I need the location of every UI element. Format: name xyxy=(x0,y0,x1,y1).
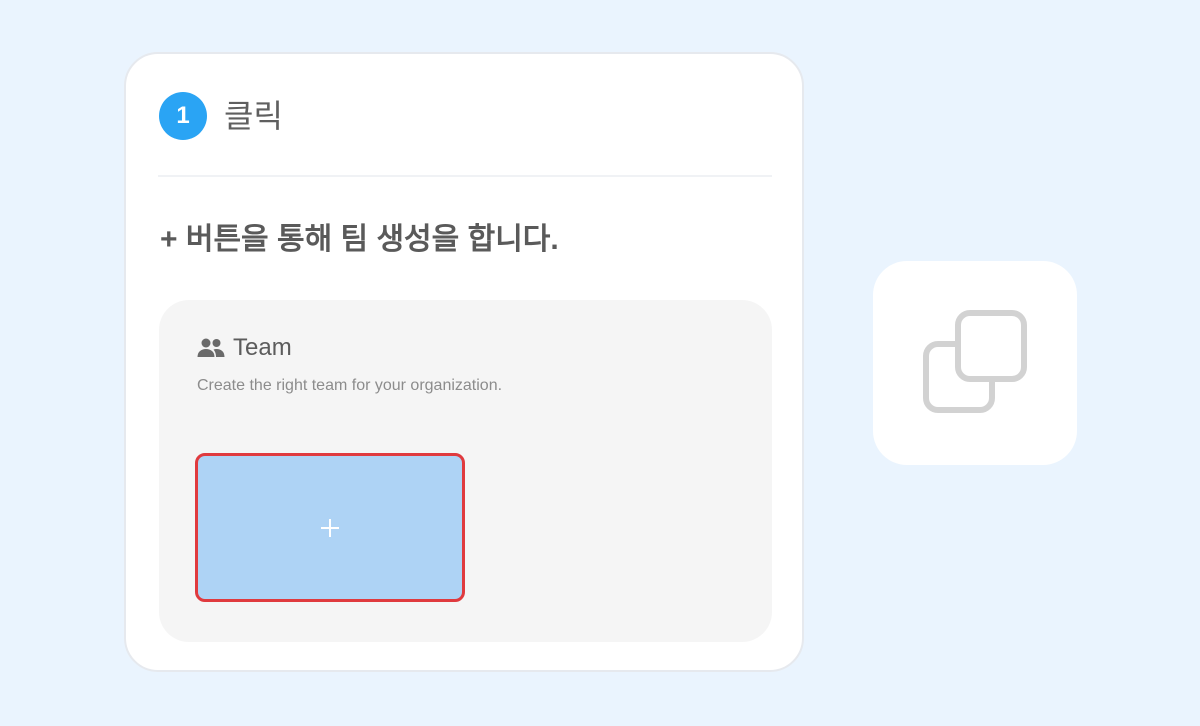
team-header: Team xyxy=(197,334,292,362)
team-title: Team xyxy=(233,334,292,361)
team-panel: Team Create the right team for your orga… xyxy=(159,300,772,642)
team-description: Create the right team for your organizat… xyxy=(197,377,503,394)
plus-icon xyxy=(321,518,339,537)
tutorial-card: 1 클릭 + 버튼을 통해 팀 생성을 합니다. Team Create the… xyxy=(124,52,804,672)
copy-tile xyxy=(873,261,1077,465)
instruction-text: + 버튼을 통해 팀 생성을 합니다. xyxy=(160,223,559,256)
step-title: 클릭 xyxy=(224,98,283,134)
divider xyxy=(158,175,772,177)
copy-icon xyxy=(923,310,1027,413)
people-icon xyxy=(197,338,225,358)
step-number-badge: 1 xyxy=(159,92,207,140)
add-team-button[interactable] xyxy=(195,453,465,602)
